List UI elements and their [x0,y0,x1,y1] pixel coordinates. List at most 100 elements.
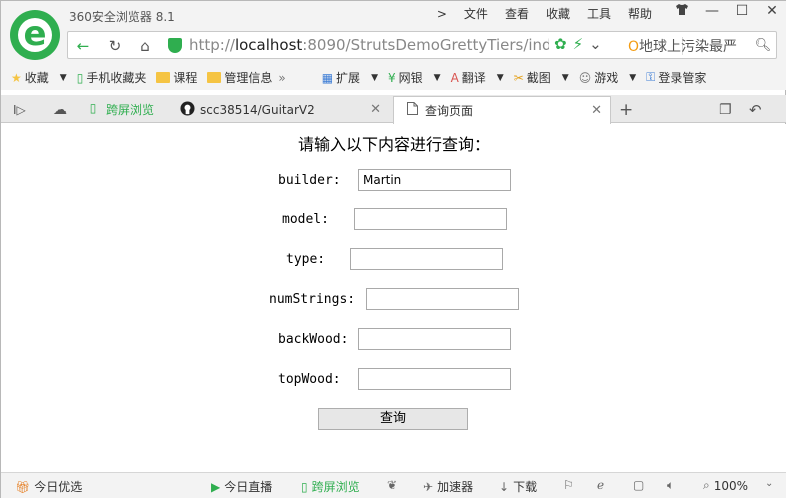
window-icon[interactable]: ▢ [633,478,644,492]
download-icon: ↓ [499,479,510,494]
backwood-input[interactable] [358,328,511,350]
status-bar: 🎁︎ 今日优选 ▶ 今日直播 ▯ 跨屏浏览 ❦ ✈ 加速器 ↓ 下载 ⚐ ℯ ▢ 🔈︎ ⌕… [1,472,786,498]
bookmarks-more-icon[interactable]: » [278,71,285,85]
bookmark-favorites[interactable]: ★ 收藏 ▼ [11,69,67,86]
play-icon: ▶ [211,479,221,494]
bookmark-label: 翻译 [461,71,486,85]
shield-icon [168,38,182,53]
chevron-down-icon[interactable]: ⌄ [589,35,602,53]
daily-live[interactable]: ▶ 今日直播 [211,478,272,495]
numstrings-input[interactable] [366,288,519,310]
url-path: :8090/StrutsDemoGrettyTiers/inde [302,36,549,54]
bookmark-admin[interactable]: 管理信息 [207,69,272,86]
field-builder: builder: [278,169,511,191]
new-tab-button[interactable]: + [619,96,633,123]
query-button[interactable]: 查询 [318,408,468,430]
sidebar-toggle-icon[interactable]: I▷ [13,96,26,123]
bookmark-mobile[interactable]: ▯ 手机收藏夹 [77,69,147,86]
chevron-down-icon[interactable]: ▼ [497,73,504,83]
minimize-icon[interactable]: — [703,3,721,20]
menu-favorites[interactable]: 收藏 [546,5,570,23]
zoom-control[interactable]: ⌕ 100% [703,478,748,493]
url-field[interactable]: http://localhost:8090/StrutsDemoGrettyTi… [189,36,549,54]
numstrings-label: numStrings: [269,291,356,307]
ie-icon[interactable]: ℯ [597,478,604,492]
bookmark-course[interactable]: 课程 [156,69,197,86]
type-input[interactable] [350,248,503,270]
bookmark-ebank[interactable]: ¥ 网银 ▼ [388,69,441,86]
tab-cross-screen[interactable]: ▯ 跨屏浏览 [85,96,163,123]
menu-help[interactable]: 帮助 [628,5,652,23]
url-scheme: http:// [189,36,235,54]
chevron-down-icon[interactable]: ▼ [434,73,441,83]
daily-picks-label: 今日优选 [34,480,83,494]
download-label: 下载 [513,480,538,494]
app-title: 360安全浏览器 8.1 [69,10,175,24]
bookmark-label: 手机收藏夹 [86,71,147,85]
folder-icon [207,72,222,83]
tab-github[interactable]: scc38514/GuitarV2 ✕ [171,96,389,123]
cloud-icon[interactable]: ☁ [53,96,67,123]
rocket-icon: ✈ [423,479,434,494]
model-input[interactable] [354,208,507,230]
flag-icon[interactable]: ⚐ [563,478,574,492]
bookmark-label: 扩展 [336,71,361,85]
scissors-icon: ✂ [513,70,524,85]
field-backwood: backWood: [278,328,511,350]
bookmark-label: 网银 [398,71,423,85]
bookmark-label: 收藏 [24,71,49,85]
close-tab-icon[interactable]: ✕ [591,103,602,118]
chevron-down-icon[interactable]: ▼ [60,73,67,83]
chevron-down-icon[interactable]: ▼ [371,73,378,83]
reload-icon[interactable]: ↻ [104,35,126,57]
bookmark-translate[interactable]: A 翻译 ▼ [451,69,504,86]
accelerator[interactable]: ✈ 加速器 [423,478,473,495]
chevron-down-icon[interactable]: ⌄ [765,478,773,489]
close-tab-icon[interactable]: ✕ [370,102,381,117]
undo-close-icon[interactable]: ↶ [749,96,762,123]
speaker-icon[interactable]: 🔈︎ [667,478,674,493]
builder-input[interactable] [358,169,511,191]
daily-picks[interactable]: 🎁︎ 今日优选 [15,478,82,495]
tab-query-page[interactable]: 查询页面 ✕ [393,96,611,124]
bookmark-games[interactable]: ☺ 游戏 ▼ [579,69,636,86]
bookmark-extensions[interactable]: ▦ 扩展 ▼ [322,69,378,86]
tab-list-icon[interactable]: ❐ [719,96,732,123]
cross-screen-label: 跨屏浏览 [311,480,360,494]
cross-screen-status[interactable]: ▯ 跨屏浏览 [301,478,360,495]
page-content: 请输入以下内容进行查询： builder: model: type: numSt… [1,124,786,472]
phone-icon: ▯ [76,70,84,85]
grid-icon: ▦ [321,70,334,85]
star-icon: ★ [11,70,22,85]
spinner-icon[interactable]: ✿ [554,35,567,53]
leaf-icon[interactable]: ❦ [387,478,397,492]
home-icon[interactable]: ⌂ [134,35,156,57]
search-engine-icon[interactable]: O [628,39,639,55]
skin-shirt-icon[interactable] [673,3,691,20]
window-controls: — ☐ ✕ [673,3,781,20]
chevron-down-icon[interactable]: ▼ [629,73,636,83]
bookmark-label: 游戏 [594,71,619,85]
close-icon[interactable]: ✕ [763,3,781,20]
model-label: model: [282,211,329,227]
chevron-down-icon[interactable]: ▼ [562,73,569,83]
phone-icon: ▯ [301,479,308,494]
phone-icon: ▯ [89,100,97,115]
search-icon[interactable]: 🔍︎ [752,35,774,57]
url-host: localhost [234,36,303,54]
tab-bar: I▷ ☁ ▯ 跨屏浏览 scc38514/GuitarV2 ✕ 查询页面 ✕ +… [1,95,786,124]
bookmark-login-manager[interactable]: ⚿ 登录管家 [646,69,706,86]
download[interactable]: ↓ 下载 [499,478,537,495]
menu-view[interactable]: 查看 [505,5,529,23]
menu-file[interactable]: 文件 [464,5,488,23]
bolt-icon[interactable]: ⚡ [573,35,584,53]
bookmark-label: 管理信息 [224,71,273,85]
back-icon[interactable]: ← [72,35,94,57]
menu-expand-icon[interactable]: > [437,5,447,23]
menu-tools[interactable]: 工具 [587,5,611,23]
topwood-input[interactable] [358,368,511,390]
bookmark-screenshot[interactable]: ✂ 截图 ▼ [514,69,569,86]
tab-label: 跨屏浏览 [106,103,155,117]
browser-window: e 360安全浏览器 8.1 > 文件 查看 收藏 工具 帮助 — ☐ ✕ ← … [0,0,786,498]
maximize-icon[interactable]: ☐ [733,3,751,20]
